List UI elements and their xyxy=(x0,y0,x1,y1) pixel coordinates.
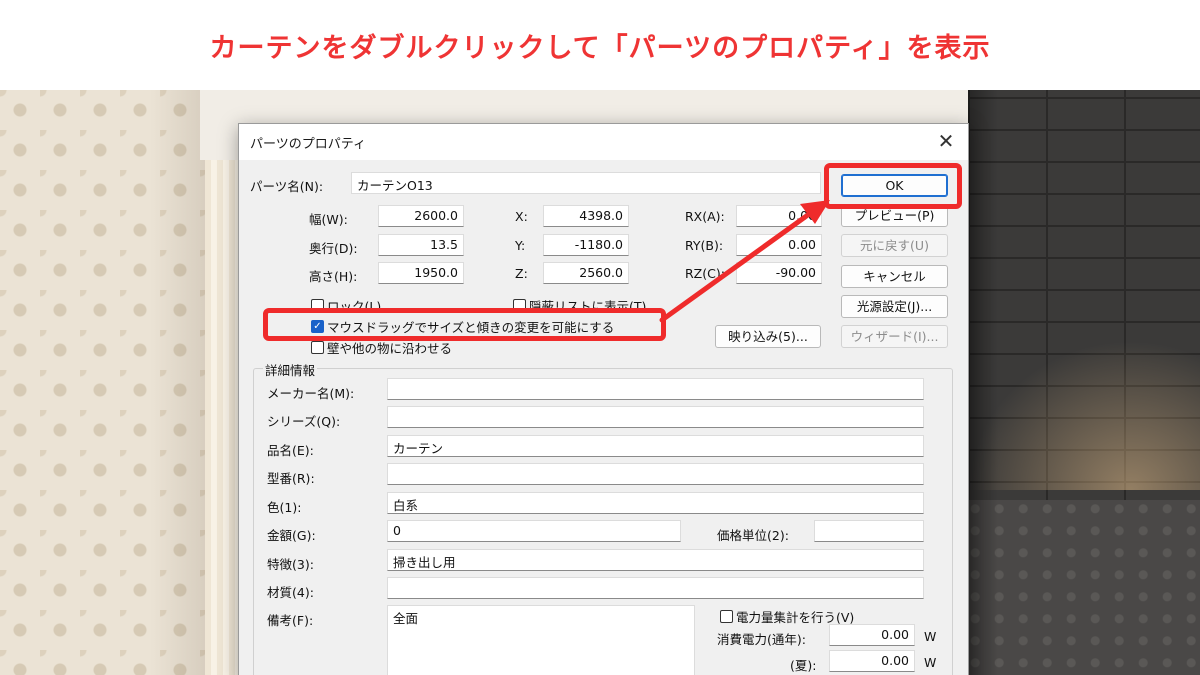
note-label: 備考(F): xyxy=(267,613,314,628)
power-year-input[interactable]: 0.00 xyxy=(829,624,915,646)
maker-label: メーカー名(M): xyxy=(267,386,355,401)
depth-input[interactable]: 13.5 xyxy=(378,234,464,256)
y-input[interactable]: -1180.0 xyxy=(543,234,629,256)
right-wall-light xyxy=(968,340,1200,490)
dialog-titlebar: パーツのプロパティ xyxy=(239,124,968,160)
details-group-title: 詳細情報 xyxy=(263,360,318,379)
width-label: 幅(W): xyxy=(309,212,348,227)
power-year-unit: W xyxy=(924,629,937,644)
instruction-banner: カーテンをダブルクリックして「パーツのプロパティ」を表示 xyxy=(0,0,1200,90)
material-label: 材質(4): xyxy=(267,585,314,600)
color-input[interactable]: 白系 xyxy=(387,492,924,514)
width-input[interactable]: 2600.0 xyxy=(378,205,464,227)
feature-label: 特徴(3): xyxy=(267,557,314,572)
part-name-label: パーツ名(N): xyxy=(250,179,324,194)
z-input[interactable]: 2560.0 xyxy=(543,262,629,284)
reflection-button[interactable]: 映り込み(5)... xyxy=(715,325,821,348)
product-label: 品名(E): xyxy=(267,443,314,458)
checkbox-box xyxy=(720,610,733,623)
power-summer-label: (夏): xyxy=(790,658,817,673)
cancel-button[interactable]: キャンセル xyxy=(841,265,948,288)
checkbox-box xyxy=(311,341,324,354)
height-input[interactable]: 1950.0 xyxy=(378,262,464,284)
material-input[interactable] xyxy=(387,577,924,599)
z-label: Z: xyxy=(515,266,528,281)
rx-label: RX(A): xyxy=(685,209,725,224)
price-unit-input[interactable] xyxy=(814,520,924,542)
x-label: X: xyxy=(515,209,528,224)
height-label: 高さ(H): xyxy=(309,269,358,284)
ry-input[interactable]: 0.00 xyxy=(736,234,822,256)
power-summer-input[interactable]: 0.00 xyxy=(829,650,915,672)
rz-input[interactable]: -90.00 xyxy=(736,262,822,284)
dialog-title: パーツのプロパティ xyxy=(250,136,366,152)
model-label: 型番(R): xyxy=(267,471,315,486)
price-input[interactable]: 0 xyxy=(387,520,681,542)
maker-input[interactable] xyxy=(387,378,924,400)
revert-button[interactable]: 元に戻す(U) xyxy=(841,234,948,257)
price-unit-label: 価格単位(2): xyxy=(717,528,789,543)
checkbox-highlight-box xyxy=(263,308,666,341)
ok-highlight-box xyxy=(824,163,962,209)
series-input[interactable] xyxy=(387,406,924,428)
series-label: シリーズ(Q): xyxy=(267,414,341,429)
part-name-input[interactable]: カーテンO13 xyxy=(351,172,821,194)
product-input[interactable]: カーテン xyxy=(387,435,924,457)
feature-input[interactable]: 掃き出し用 xyxy=(387,549,924,571)
y-label: Y: xyxy=(515,238,526,253)
floor xyxy=(968,500,1200,675)
x-input[interactable]: 4398.0 xyxy=(543,205,629,227)
depth-label: 奥行(D): xyxy=(309,241,358,256)
light-settings-button[interactable]: 光源設定(J)... xyxy=(841,295,948,318)
ry-label: RY(B): xyxy=(685,238,724,253)
power-year-label: 消費電力(通年): xyxy=(717,632,806,647)
model-input[interactable] xyxy=(387,463,924,485)
note-textarea[interactable]: 全面 xyxy=(387,605,695,675)
color-label: 色(1): xyxy=(267,500,302,515)
instruction-text: カーテンをダブルクリックして「パーツのプロパティ」を表示 xyxy=(209,32,991,64)
wizard-button[interactable]: ウィザード(I)... xyxy=(841,325,948,348)
price-label: 金額(G): xyxy=(267,528,316,543)
rx-input[interactable]: 0.00 xyxy=(736,205,822,227)
power-summer-unit: W xyxy=(924,655,937,670)
close-icon[interactable]: ✕ xyxy=(934,130,958,154)
right-wall-edge xyxy=(968,90,998,675)
rz-label: RZ(C): xyxy=(685,266,725,281)
